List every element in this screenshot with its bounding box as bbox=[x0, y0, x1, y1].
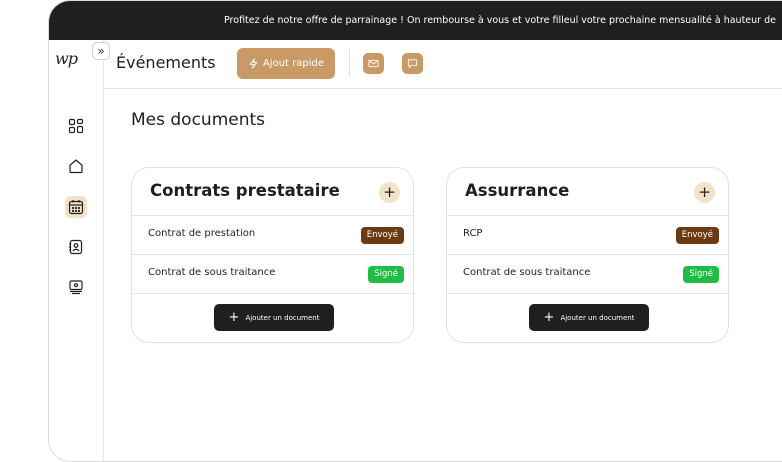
topbar: Événements Ajout rapide bbox=[104, 40, 782, 89]
document-name: Contrat de sous traitance bbox=[148, 267, 276, 278]
card-title: Assurrance bbox=[465, 181, 570, 200]
plus-icon: + bbox=[543, 310, 555, 325]
app-window: Profitez de notre offre de parrainage ! … bbox=[48, 0, 782, 462]
plus-icon: + bbox=[228, 310, 240, 325]
quick-add-button[interactable]: Ajout rapide bbox=[237, 48, 335, 79]
document-row[interactable]: Contrat de sous traitance Signé bbox=[132, 254, 413, 294]
document-name: RCP bbox=[463, 228, 483, 239]
add-document-label: Ajouter un document bbox=[245, 313, 320, 322]
sidebar-item-contacts[interactable] bbox=[65, 236, 87, 258]
sidebar-item-dashboard[interactable] bbox=[65, 115, 87, 137]
home-icon bbox=[69, 159, 83, 174]
status-badge: Signé bbox=[683, 266, 719, 283]
lightning-icon bbox=[249, 58, 258, 69]
document-name: Contrat de sous traitance bbox=[463, 267, 591, 278]
insurance-card: Assurrance + RCP Envoyé Contrat de sous … bbox=[446, 167, 729, 343]
calendar-icon bbox=[68, 200, 84, 215]
promo-text: Profitez de notre offre de parrainage ! … bbox=[224, 15, 776, 26]
monitor-icon bbox=[69, 280, 83, 295]
card-add-button[interactable]: + bbox=[379, 182, 400, 203]
toolbar-divider bbox=[349, 49, 350, 77]
document-list: RCP Envoyé Contrat de sous traitance Sig… bbox=[447, 215, 728, 294]
status-badge: Envoyé bbox=[675, 227, 719, 244]
mail-button[interactable] bbox=[363, 53, 384, 74]
document-row[interactable]: Contrat de prestation Envoyé bbox=[132, 215, 413, 254]
contracts-card: Contrats prestataire + Contrat de presta… bbox=[131, 167, 414, 343]
dashboard-icon bbox=[68, 118, 84, 134]
sidebar-item-home[interactable] bbox=[65, 155, 87, 177]
status-badge: Signé bbox=[368, 266, 404, 283]
sidebar-item-calendar[interactable] bbox=[65, 196, 87, 218]
document-list: Contrat de prestation Envoyé Contrat de … bbox=[132, 215, 413, 294]
document-name: Contrat de prestation bbox=[148, 228, 256, 239]
app-logo[interactable]: wp bbox=[55, 49, 78, 68]
document-row[interactable]: Contrat de sous traitance Signé bbox=[447, 254, 728, 294]
card-add-button[interactable]: + bbox=[694, 182, 715, 203]
status-badge: Envoyé bbox=[360, 227, 404, 244]
chat-icon bbox=[407, 59, 418, 69]
page-heading: Événements bbox=[116, 53, 216, 72]
contacts-icon bbox=[69, 239, 83, 255]
promo-banner[interactable]: Profitez de notre offre de parrainage ! … bbox=[49, 1, 782, 40]
add-document-button[interactable]: + Ajouter un document bbox=[529, 304, 649, 331]
sidebar-expand-button[interactable]: » bbox=[92, 42, 110, 60]
quick-add-label: Ajout rapide bbox=[262, 58, 325, 69]
chat-button[interactable] bbox=[402, 53, 423, 74]
documents-title: Mes documents bbox=[131, 110, 266, 130]
mail-icon bbox=[368, 59, 379, 68]
sidebar: wp bbox=[49, 40, 104, 461]
chevrons-right-icon: » bbox=[97, 44, 105, 58]
add-document-button[interactable]: + Ajouter un document bbox=[214, 304, 334, 331]
add-document-label: Ajouter un document bbox=[560, 313, 635, 322]
card-title: Contrats prestataire bbox=[150, 181, 340, 200]
document-row[interactable]: RCP Envoyé bbox=[447, 215, 728, 254]
sidebar-item-monitor[interactable] bbox=[65, 276, 87, 298]
